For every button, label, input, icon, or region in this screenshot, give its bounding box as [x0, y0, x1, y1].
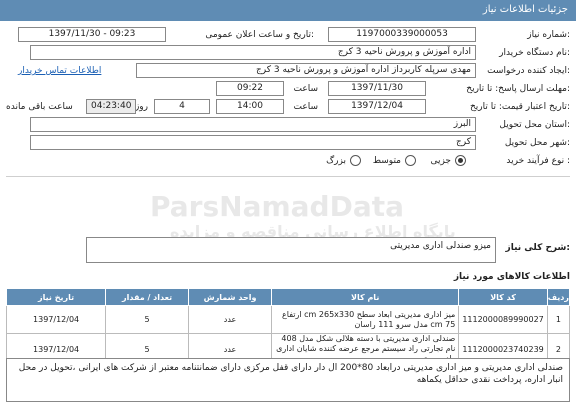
province-label: استان محل تحویل:: [499, 120, 570, 130]
cell-unit: عدد: [188, 305, 273, 334]
purchase-type-label: نوع فرآیند خرید :: [506, 156, 570, 166]
creator-field: مهدی سرپله کاربرداز اداره آموزش و پرورش …: [136, 63, 476, 78]
summary-field: میزو صندلی اداری مدیریتی: [86, 237, 496, 263]
summary-label: شرح کلی نیاز:: [505, 243, 570, 253]
cell-name: میز اداری مدیریتی ابعاد سطح cm 265x330 ا…: [271, 305, 460, 334]
creator-label: ایجاد کننده درخواست:: [487, 66, 570, 76]
radio-medium[interactable]: [405, 155, 416, 166]
announce-date-field: 1397/11/30 - 09:23: [18, 27, 166, 42]
buyer-field: اداره آموزش و پرورش ناحیه 3 کرج: [30, 45, 476, 60]
cell-code: 1112000089990027: [458, 305, 548, 334]
col-qty: تعداد / مقدار: [105, 288, 190, 306]
deadline-label: مهلت ارسال پاسخ: تا تاریخ:: [466, 84, 570, 94]
cell-qty: 5: [105, 305, 190, 334]
buyer-label: نام دستگاه خریدار:: [499, 48, 570, 58]
radio-partial[interactable]: [455, 155, 466, 166]
items-section-title: اطلاعات کالاهای مورد نیاز: [453, 272, 570, 282]
col-unit: واحد شمارش: [188, 288, 273, 306]
radio-partial-label: جزیی: [430, 156, 451, 166]
radio-medium-label: متوسط: [372, 156, 401, 166]
time-remaining-field: 04:23:40: [86, 99, 136, 114]
city-label: شهر محل تحویل:: [504, 138, 570, 148]
items-header-row: ردیف کد کالا نام کالا واحد شمارش تعداد /…: [5, 288, 571, 306]
need-number-field: 1197000339000053: [328, 27, 476, 42]
deadline-time-label: ساعت: [293, 84, 319, 94]
cell-date: 1397/12/04: [5, 305, 107, 334]
cell-row: 1: [546, 305, 571, 334]
col-code: کد کالا: [458, 288, 548, 306]
need-number-label: شماره نیاز:: [527, 30, 570, 40]
radio-large-label: بزرگ: [326, 156, 346, 166]
items-table: ردیف کد کالا نام کالا واحد شمارش تعداد /…: [5, 288, 571, 365]
validity-date-field: 1397/12/04: [328, 99, 426, 114]
validity-label: تاریخ اعتبار قیمت: تا تاریخ:: [469, 102, 570, 112]
validity-time-label: ساعت: [293, 102, 319, 112]
deadline-date-field: 1397/11/30: [328, 81, 426, 96]
buyer-contact-link[interactable]: اطلاعات تماس خریدار: [18, 66, 101, 76]
divider: [6, 176, 570, 177]
col-name: نام کالا: [271, 288, 460, 306]
city-field: کرج: [30, 135, 476, 150]
announce-date-label: تاریخ و ساعت اعلان عمومی:: [205, 30, 314, 40]
time-remaining-label: ساعت باقی مانده: [6, 102, 73, 112]
table-row: 1 1112000089990027 میز اداری مدیریتی ابع…: [5, 305, 571, 334]
radio-large[interactable]: [350, 155, 361, 166]
col-date: تاریخ نیاز: [5, 288, 107, 306]
page-header: جزئیات اطلاعات نیاز: [0, 0, 576, 21]
watermark-logo: ParsNamadData: [150, 190, 404, 223]
validity-time-field: 14:00: [216, 99, 284, 114]
col-row: ردیف: [546, 288, 571, 306]
page-title: جزئیات اطلاعات نیاز: [482, 4, 568, 15]
notes-field: صندلی اداری مدیریتی و میز اداری مدیریتی …: [6, 358, 570, 402]
days-remaining-field: 4: [154, 99, 210, 114]
province-field: البرز: [30, 117, 476, 132]
deadline-time-field: 09:22: [216, 81, 284, 96]
